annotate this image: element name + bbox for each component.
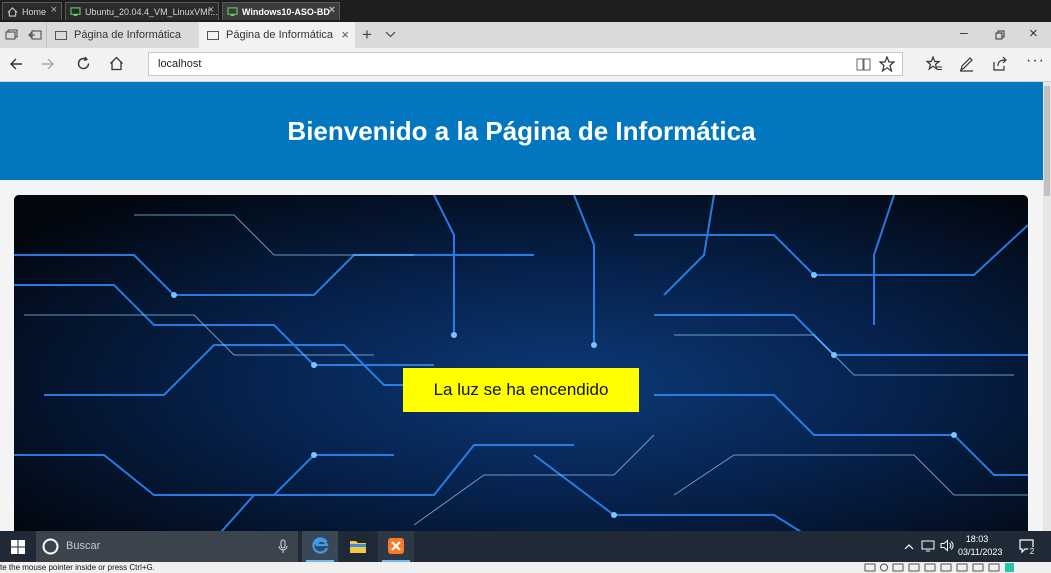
windows-taskbar: Buscar 18:03 03/11/2023 2	[0, 531, 1051, 562]
cortana-icon	[42, 538, 59, 555]
network-icon[interactable]	[921, 540, 935, 552]
new-tab-icon[interactable]: +	[362, 25, 372, 45]
close-tab-icon[interactable]: ×	[341, 27, 349, 42]
close-icon[interactable]: ×	[51, 4, 57, 16]
vm-status-bar: te the mouse pointer inside or press Ctr…	[0, 562, 1051, 573]
system-clock[interactable]: 18:03 03/11/2023	[958, 533, 1003, 559]
more-options-icon[interactable]: ···	[1026, 52, 1045, 70]
vm-tab-strip: Home × Ubuntu_20.04.4_VM_LinuxVMI... × W…	[0, 0, 1051, 22]
taskbar-search-box[interactable]: Buscar	[36, 531, 298, 562]
reading-view-icon[interactable]	[856, 57, 871, 71]
vm-tab-label: Windows10-ASO-BD	[242, 6, 330, 17]
notes-pen-icon[interactable]	[959, 56, 974, 72]
close-icon[interactable]: ×	[208, 4, 214, 16]
taskbar-edge-app[interactable]	[302, 531, 338, 562]
forward-icon[interactable]	[41, 57, 55, 71]
favorites-hub-icon[interactable]	[926, 56, 943, 72]
browser-tab-label: Página de Informática	[74, 29, 182, 41]
vm-tab-ubuntu[interactable]: Ubuntu_20.04.4_VM_LinuxVMI... ×	[65, 2, 219, 20]
circuit-board-image: La luz se ha encendido	[14, 195, 1028, 531]
favorite-star-icon[interactable]	[879, 56, 895, 72]
search-placeholder: Buscar	[66, 540, 101, 552]
window-close-icon[interactable]: ×	[1029, 25, 1038, 42]
notification-count-badge: 2	[1027, 547, 1037, 557]
taskbar-file-explorer[interactable]	[340, 531, 376, 562]
home-icon	[7, 6, 18, 17]
clock-time: 18:03	[965, 534, 989, 544]
browser-tab-label: Página de Informática	[226, 29, 334, 41]
browser-tab-bar: Página de Informática Página de Informát…	[0, 22, 1051, 48]
edge-icon	[312, 537, 329, 554]
page-icon	[207, 30, 219, 40]
vm-tab-home[interactable]: Home ×	[2, 2, 62, 20]
device-status-icons	[864, 563, 1014, 572]
vm-tab-label: Home	[22, 6, 47, 17]
page-icon	[55, 30, 67, 40]
back-icon[interactable]	[9, 57, 23, 71]
browser-tab[interactable]: Página de Informática	[46, 22, 198, 48]
light-status-text: La luz se ha encendido	[433, 380, 609, 399]
share-icon[interactable]	[992, 56, 1008, 71]
scrollbar-thumb[interactable]	[1044, 86, 1050, 196]
close-icon[interactable]: ×	[329, 4, 335, 16]
web-page: Bienvenido a la Página de Informática La…	[0, 82, 1043, 531]
vm-icon	[227, 6, 238, 16]
home-icon[interactable]	[109, 56, 124, 71]
circuit-background	[14, 195, 1028, 531]
vm-device-icons[interactable]	[864, 563, 1014, 572]
folder-icon	[350, 541, 366, 553]
vm-icon	[70, 6, 81, 16]
page-title: Bienvenido a la Página de Informática	[287, 115, 756, 146]
browser-tab-active[interactable]: Página de Informática ×	[199, 22, 355, 48]
taskbar-xampp-app[interactable]	[378, 531, 414, 562]
page-header: Bienvenido a la Página de Informática	[0, 82, 1043, 180]
minimize-icon[interactable]: –	[960, 24, 968, 40]
vm-tab-windows10[interactable]: Windows10-ASO-BD ×	[222, 2, 340, 20]
vm-tab-label: Ubuntu_20.04.4_VM_LinuxVMI...	[85, 6, 218, 17]
tab-preview-icon[interactable]	[28, 29, 42, 41]
refresh-icon[interactable]	[76, 56, 91, 71]
navigation-bar: localhost ···	[0, 48, 1051, 82]
light-status-message: La luz se ha encendido	[403, 368, 639, 412]
xampp-icon	[388, 538, 404, 554]
chevron-down-icon[interactable]	[385, 31, 396, 38]
tab-set-aside-icon[interactable]	[5, 29, 18, 41]
address-bar[interactable]: localhost	[148, 52, 903, 76]
chevron-up-icon[interactable]	[904, 543, 914, 550]
clock-date: 03/11/2023	[958, 547, 1003, 557]
vm-status-text: te the mouse pointer inside or press Ctr…	[0, 563, 155, 572]
volume-icon[interactable]	[940, 539, 954, 552]
restore-icon[interactable]	[995, 30, 1005, 40]
windows-start-icon[interactable]	[11, 540, 25, 554]
microphone-icon[interactable]	[278, 539, 288, 554]
address-text: localhost	[158, 58, 202, 70]
